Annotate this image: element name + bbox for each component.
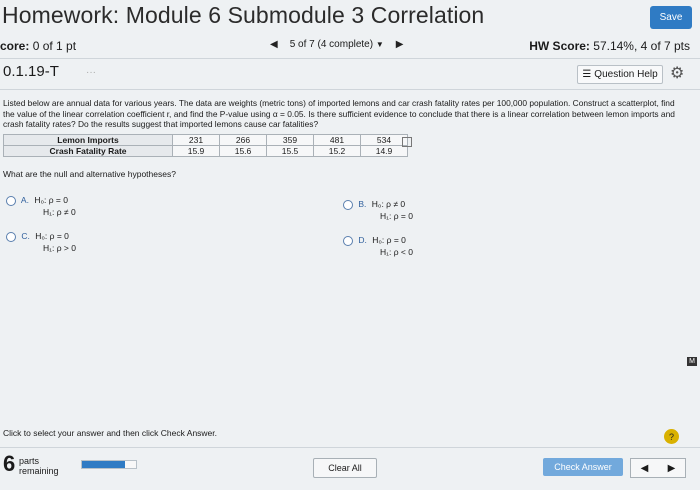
question-toolbar: 0.1.19-T ··· ☰ Question Help ⚙ (0, 58, 700, 90)
answer-option-d[interactable]: D. H₀: ρ = 0 H₁: ρ < 0 (343, 234, 413, 258)
question-help-label: Question Help (594, 69, 658, 80)
parts-progress-fill (82, 461, 126, 468)
hw-score-value: 57.14%, 4 of 7 pts (593, 39, 690, 53)
save-button[interactable]: Save (650, 6, 692, 29)
instruction-text: Click to select your answer and then cli… (3, 428, 218, 438)
edge-label: M (687, 357, 697, 366)
check-answer-button[interactable]: Check Answer (543, 458, 623, 476)
divider-dots: ··· (86, 67, 96, 78)
option-h0: H₀: ρ = 0 (34, 195, 68, 205)
table-cell: 481 (313, 134, 361, 146)
table-cell: 231 (172, 134, 220, 146)
option-letter: D. (358, 235, 367, 245)
gear-icon[interactable]: ⚙ (670, 63, 684, 83)
table-cell: 15.2 (313, 145, 361, 157)
question-score: core: 0 of 1 pt (0, 39, 76, 53)
table-cell: 15.6 (219, 145, 267, 157)
score-row: core: 0 of 1 pt ◀ 5 of 7 (4 complete) ▼ … (0, 38, 700, 60)
option-line-h0: D. H₀: ρ = 0 (343, 234, 413, 246)
option-letter: C. (21, 231, 30, 241)
hw-score-label: HW Score: (529, 39, 590, 53)
page-title: Homework: Module 6 Submodule 3 Correlati… (2, 2, 485, 28)
radio-button[interactable] (343, 235, 353, 246)
previous-question-icon[interactable]: ◀ (270, 39, 278, 50)
question-progress-dropdown[interactable]: 5 of 7 (4 complete) ▼ (284, 39, 390, 50)
menu-icon: ☰ (582, 69, 592, 80)
bottom-toolbar: 6 parts remaining Clear All Check Answer… (0, 447, 700, 488)
score-label: core: (0, 39, 30, 53)
sub-question: What are the null and alternative hypoth… (3, 169, 176, 179)
radio-button[interactable] (343, 199, 353, 210)
previous-part-icon[interactable]: ◀ (641, 463, 649, 474)
option-h1: H₁: ρ ≠ 0 (43, 207, 76, 217)
question-id: 0.1.19-T (3, 63, 59, 80)
question-navigator: ◀ 5 of 7 (4 complete) ▼ ▶ (270, 39, 403, 50)
table-cell: 266 (219, 134, 267, 146)
option-h1: H₁: ρ = 0 (380, 211, 413, 221)
parts-label-line-1: parts (19, 456, 40, 466)
question-help-button[interactable]: ☰ Question Help (577, 65, 663, 84)
data-table: Lemon Imports 231 266 359 481 534 Crash … (3, 134, 408, 157)
table-cell: 15.9 (172, 145, 220, 157)
option-line-h0: A. H₀: ρ = 0 (6, 194, 76, 206)
clear-all-button[interactable]: Clear All (313, 458, 377, 478)
help-icon[interactable]: ? (664, 429, 679, 444)
parts-remaining-label: parts remaining (19, 456, 59, 476)
next-question-icon[interactable]: ▶ (396, 39, 404, 50)
question-progress-text: 5 of 7 (4 complete) (289, 39, 374, 50)
parts-progress-bar (81, 460, 137, 469)
option-h0: H₀: ρ ≠ 0 (371, 199, 406, 209)
option-line-h0: C. H₀: ρ = 0 (6, 230, 76, 242)
option-h0: H₀: ρ = 0 (372, 235, 406, 245)
table-cell: 534 (360, 134, 408, 146)
answer-option-a[interactable]: A. H₀: ρ = 0 H₁: ρ ≠ 0 (6, 194, 76, 218)
table-row: Lemon Imports 231 266 359 481 534 (3, 134, 408, 146)
option-h1: H₁: ρ > 0 (43, 243, 76, 253)
hw-score: HW Score: 57.14%, 4 of 7 pts (529, 39, 690, 53)
answer-option-c[interactable]: C. H₀: ρ = 0 H₁: ρ > 0 (6, 230, 76, 254)
radio-button[interactable] (6, 195, 16, 206)
option-h1: H₁: ρ < 0 (380, 247, 413, 257)
copy-data-icon[interactable] (402, 137, 412, 147)
chevron-down-icon: ▼ (375, 40, 384, 49)
row-label: Lemon Imports (3, 134, 173, 146)
option-line-h0: B. H₀: ρ ≠ 0 (343, 198, 413, 210)
part-navigator: ◀ ▶ (630, 458, 686, 478)
homework-page: Homework: Module 6 Submodule 3 Correlati… (0, 0, 700, 490)
table-cell: 359 (266, 134, 314, 146)
next-part-icon[interactable]: ▶ (668, 463, 676, 474)
answer-option-b[interactable]: B. H₀: ρ ≠ 0 H₁: ρ = 0 (343, 198, 413, 222)
parts-label-line-2: remaining (19, 466, 59, 476)
radio-button[interactable] (6, 231, 16, 242)
parts-remaining-count: 6 (3, 451, 16, 476)
question-text: Listed below are annual data for various… (3, 98, 675, 130)
option-letter: A. (20, 195, 29, 205)
table-cell: 15.5 (266, 145, 314, 157)
row-label: Crash Fatality Rate (3, 145, 173, 157)
option-h0: H₀: ρ = 0 (35, 231, 69, 241)
score-value: 0 of 1 pt (32, 39, 77, 53)
option-letter: B. (358, 199, 367, 209)
table-row: Crash Fatality Rate 15.9 15.6 15.5 15.2 … (3, 145, 408, 157)
table-cell: 14.9 (360, 145, 408, 157)
